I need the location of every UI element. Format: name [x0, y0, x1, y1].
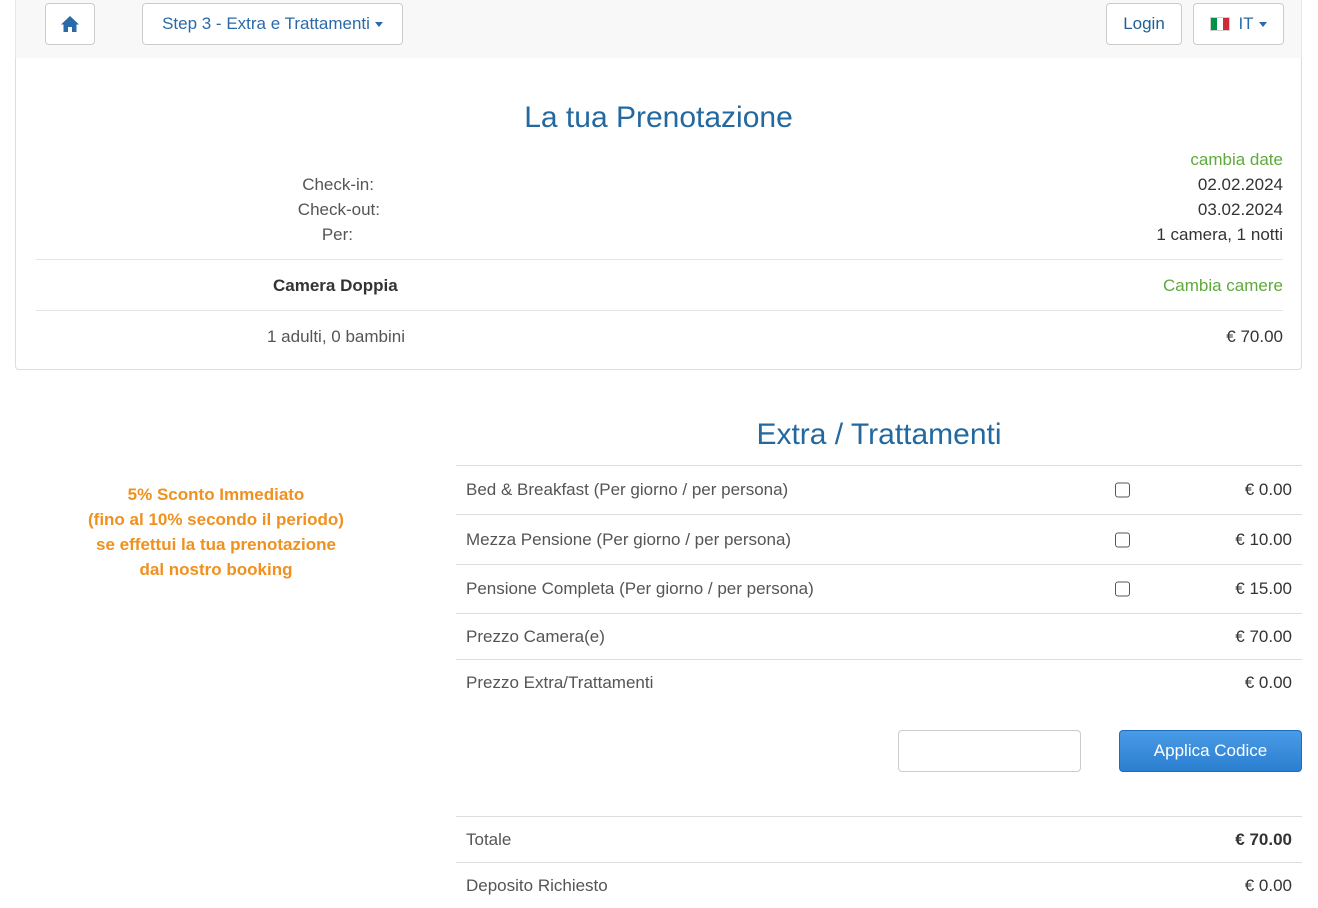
total-value: € 70.00	[1235, 829, 1292, 849]
extra-option-row: Mezza Pensione (Per giorno / per persona…	[456, 514, 1302, 564]
guests-count: 1 adulti, 0 bambini	[267, 327, 405, 346]
extra-option-checkbox[interactable]	[1115, 581, 1130, 597]
room-price: € 70.00	[1226, 327, 1283, 346]
extra-option-checkbox[interactable]	[1115, 532, 1130, 547]
login-button[interactable]: Login	[1106, 3, 1182, 45]
italy-flag-icon	[1210, 17, 1231, 31]
checkout-value: 03.02.2024	[1197, 200, 1283, 219]
coupon-code-input[interactable]	[898, 730, 1081, 772]
change-dates-link[interactable]: cambia date	[1190, 150, 1283, 170]
extra-option-price: € 10.00	[1235, 529, 1292, 549]
top-navbar: Step 3 - Extra e Trattamenti Login IT	[15, 0, 1302, 59]
extras-price-value: € 0.00	[1244, 672, 1292, 692]
room-price-value: € 70.00	[1235, 626, 1292, 646]
per-label: Per:	[321, 225, 353, 244]
step-dropdown-label: Step 3 - Extra e Trattamenti	[162, 14, 370, 33]
deposit-value: € 0.00	[1244, 875, 1292, 895]
chevron-down-icon	[1258, 21, 1267, 27]
extras-price-label: Prezzo Extra/Trattamenti	[466, 672, 654, 692]
room-name: Camera Doppia	[273, 276, 398, 295]
booking-summary-panel: La tua Prenotazione cambia date Check-in…	[15, 58, 1302, 370]
extra-option-row: Pensione Completa (Per giorno / per pers…	[456, 564, 1302, 613]
flag-stripe-red	[1223, 18, 1230, 30]
extras-price-row: Prezzo Extra/Trattamenti € 0.00	[456, 659, 1302, 705]
divider	[36, 259, 1283, 260]
language-label: IT	[1238, 14, 1254, 33]
divider	[36, 310, 1283, 311]
checkout-label: Check-out:	[297, 200, 380, 219]
home-button[interactable]	[45, 3, 95, 45]
promo-text: 5% Sconto Immediato (fino al 10% secondo…	[16, 482, 416, 582]
chevron-down-icon	[374, 21, 383, 27]
extra-option-price: € 0.00	[1244, 480, 1292, 499]
checkin-label: Check-in:	[302, 175, 374, 194]
promo-line: 5% Sconto Immediato	[127, 485, 305, 504]
extra-option-label: Bed & Breakfast (Per giorno / per person…	[466, 480, 789, 499]
change-rooms-link[interactable]: Cambia camere	[1163, 276, 1283, 296]
extras-title: Extra / Trattamenti	[756, 418, 1002, 451]
apply-code-label: Applica Codice	[1153, 741, 1268, 760]
booking-title: La tua Prenotazione	[524, 101, 793, 134]
language-dropdown[interactable]: IT	[1193, 3, 1284, 45]
extra-option-row: Bed & Breakfast (Per giorno / per person…	[456, 465, 1302, 514]
step-dropdown[interactable]: Step 3 - Extra e Trattamenti	[142, 3, 403, 45]
per-value: 1 camera, 1 notti	[1156, 225, 1283, 244]
apply-code-button[interactable]: Applica Codice	[1119, 730, 1302, 772]
login-label: Login	[1123, 14, 1165, 33]
total-row: Totale € 70.00	[456, 816, 1302, 862]
deposit-row: Deposito Richiesto € 0.00	[456, 862, 1302, 908]
extra-option-label: Pensione Completa (Per giorno / per pers…	[466, 579, 814, 598]
extra-option-checkbox[interactable]	[1115, 482, 1130, 498]
deposit-label: Deposito Richiesto	[466, 875, 608, 895]
checkin-value: 02.02.2024	[1197, 175, 1283, 194]
promo-line: se effettui la tua prenotazione	[96, 535, 336, 554]
extra-option-price: € 15.00	[1235, 579, 1292, 598]
extra-option-label: Mezza Pensione (Per giorno / per persona…	[466, 529, 792, 549]
room-price-row: Prezzo Camera(e) € 70.00	[456, 613, 1302, 659]
total-label: Totale	[466, 829, 512, 849]
room-price-label: Prezzo Camera(e)	[466, 626, 605, 646]
promo-line: (fino al 10% secondo il periodo)	[88, 510, 344, 529]
home-icon	[61, 16, 79, 32]
promo-line: dal nostro booking	[139, 560, 293, 579]
